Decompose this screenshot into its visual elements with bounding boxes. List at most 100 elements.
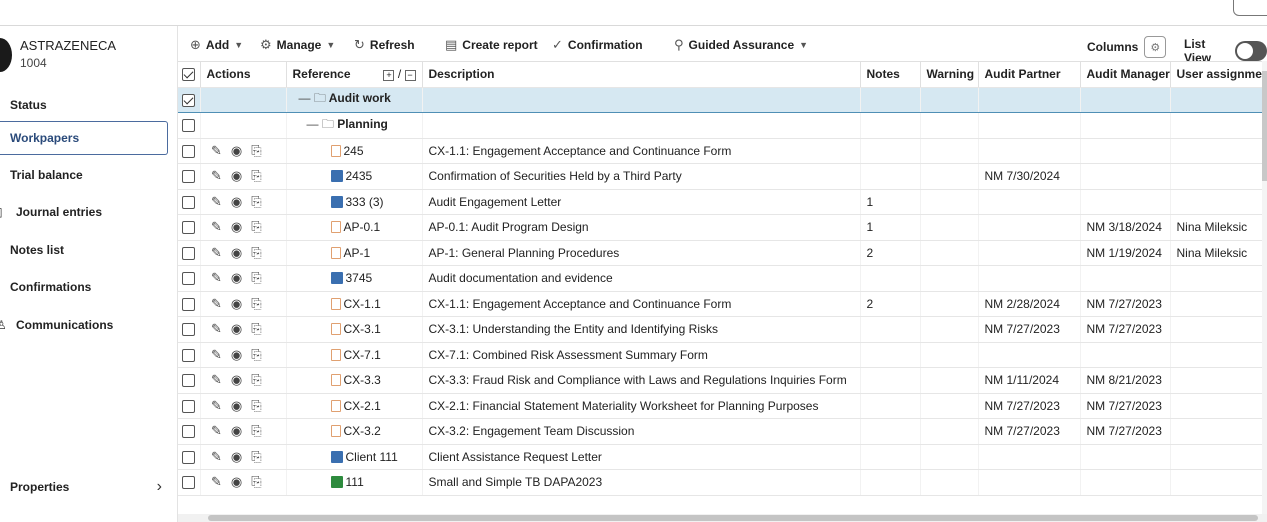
view-icon[interactable]: ◉ bbox=[227, 245, 247, 261]
edit-icon[interactable]: ✎ bbox=[207, 194, 227, 210]
horizontal-scrollbar[interactable] bbox=[178, 514, 1267, 522]
sidebar-item-workpapers[interactable]: Workpapers bbox=[0, 121, 168, 155]
reference-cell[interactable]: CX-3.3 bbox=[286, 367, 423, 394]
description-cell[interactable]: Small and Simple TB DAPA2023 bbox=[422, 469, 861, 496]
description-cell[interactable]: AP-1: General Planning Procedures bbox=[422, 240, 861, 266]
reference-cell[interactable]: CX-7.1 bbox=[286, 342, 423, 368]
notes-cell[interactable] bbox=[860, 265, 921, 292]
view-icon[interactable]: ◉ bbox=[227, 270, 247, 286]
row-checkbox[interactable] bbox=[182, 425, 196, 439]
audit-manager-cell[interactable] bbox=[1080, 138, 1171, 164]
user-assigned-cell[interactable] bbox=[1170, 418, 1263, 445]
refresh-button[interactable]: ↻ Refresh bbox=[354, 37, 415, 53]
notes-cell[interactable] bbox=[860, 393, 921, 419]
audit-manager-cell[interactable] bbox=[1080, 163, 1171, 190]
collapse-icon[interactable]: — bbox=[299, 91, 311, 105]
collapse-all-icon[interactable]: − bbox=[404, 69, 416, 81]
audit-partner-cell[interactable] bbox=[978, 469, 1081, 496]
export-icon[interactable]: ⎘ bbox=[247, 423, 267, 439]
audit-manager-cell[interactable] bbox=[1080, 444, 1171, 470]
expand-all-icon[interactable]: + bbox=[383, 69, 395, 81]
export-icon[interactable]: ⎘ bbox=[247, 296, 267, 312]
row-checkbox-cell[interactable] bbox=[178, 291, 201, 317]
audit-manager-cell[interactable]: NM 8/21/2023 bbox=[1080, 367, 1171, 394]
table-row[interactable]: ✎ ◉ ⎘ 111 Small and Simple TB DAPA2023 bbox=[178, 469, 1263, 496]
view-icon[interactable]: ◉ bbox=[227, 194, 247, 210]
notes-cell[interactable] bbox=[860, 469, 921, 496]
reference-cell[interactable]: 2435 bbox=[286, 163, 423, 190]
notes-cell[interactable] bbox=[860, 418, 921, 445]
sidebar-item-properties[interactable]: Properties › bbox=[0, 470, 168, 504]
export-icon[interactable]: ⎘ bbox=[247, 321, 267, 337]
folder-row-planning[interactable]: — 🗀 Planning bbox=[178, 112, 1263, 139]
row-checkbox-cell[interactable] bbox=[178, 240, 201, 266]
view-icon[interactable]: ◉ bbox=[227, 296, 247, 312]
reference-cell[interactable]: CX-2.1 bbox=[286, 393, 423, 419]
reference-value[interactable]: AP-1 bbox=[344, 246, 371, 260]
audit-partner-cell[interactable] bbox=[978, 214, 1081, 241]
user-assigned-cell[interactable] bbox=[1170, 393, 1263, 419]
edit-icon[interactable]: ✎ bbox=[207, 321, 227, 337]
col-audit-partner[interactable]: Audit Partner bbox=[978, 61, 1081, 88]
audit-manager-cell[interactable]: NM 7/27/2023 bbox=[1080, 418, 1171, 445]
description-cell[interactable]: Confirmation of Securities Held by a Thi… bbox=[422, 163, 861, 190]
toggle-switch[interactable] bbox=[1235, 41, 1267, 61]
row-checkbox-cell[interactable] bbox=[178, 444, 201, 470]
export-icon[interactable]: ⎘ bbox=[247, 245, 267, 261]
sidebar-item-confirmations[interactable]: Confirmations bbox=[0, 270, 168, 304]
description-cell[interactable]: CX-7.1: Combined Risk Assessment Summary… bbox=[422, 342, 861, 368]
edit-icon[interactable]: ✎ bbox=[207, 474, 227, 490]
audit-manager-cell[interactable] bbox=[1080, 342, 1171, 368]
audit-partner-cell[interactable]: NM 1/11/2024 bbox=[978, 367, 1081, 394]
export-icon[interactable]: ⎘ bbox=[247, 219, 267, 235]
edit-icon[interactable]: ✎ bbox=[207, 296, 227, 312]
export-icon[interactable]: ⎘ bbox=[247, 398, 267, 414]
row-checkbox[interactable] bbox=[182, 450, 196, 464]
notes-cell[interactable]: 1 bbox=[860, 189, 921, 215]
row-checkbox[interactable] bbox=[182, 323, 196, 337]
reference-value[interactable]: CX-3.3 bbox=[344, 373, 381, 387]
export-icon[interactable]: ⎘ bbox=[247, 372, 267, 388]
row-checkbox-cell[interactable] bbox=[178, 189, 201, 215]
description-cell[interactable]: CX-1.1: Engagement Acceptance and Contin… bbox=[422, 138, 861, 164]
row-checkbox[interactable] bbox=[182, 476, 196, 490]
view-icon[interactable]: ◉ bbox=[227, 423, 247, 439]
notes-cell[interactable] bbox=[860, 367, 921, 394]
sidebar-item-communications[interactable]: ♙ Communications bbox=[0, 308, 168, 342]
description-cell[interactable]: AP-0.1: Audit Program Design bbox=[422, 214, 861, 241]
description-cell[interactable]: CX-1.1: Engagement Acceptance and Contin… bbox=[422, 291, 861, 317]
notes-cell[interactable]: 2 bbox=[860, 240, 921, 266]
create-report-button[interactable]: ▤ Create report bbox=[445, 37, 538, 53]
select-all-cell[interactable] bbox=[178, 61, 201, 88]
description-cell[interactable]: Audit Engagement Letter bbox=[422, 189, 861, 215]
col-warning[interactable]: Warning bbox=[920, 61, 979, 88]
audit-manager-cell[interactable] bbox=[1080, 189, 1171, 215]
table-row[interactable]: ✎ ◉ ⎘ 245 CX-1.1: Engagement Acceptance and … bbox=[178, 138, 1263, 164]
notes-cell[interactable] bbox=[860, 444, 921, 470]
add-button[interactable]: ⊕ Add ▼ bbox=[190, 37, 243, 53]
horizontal-scroll-thumb[interactable] bbox=[208, 515, 1258, 521]
audit-partner-cell[interactable]: NM 7/30/2024 bbox=[978, 163, 1081, 190]
description-cell[interactable]: CX-3.2: Engagement Team Discussion bbox=[422, 418, 861, 445]
row-checkbox[interactable] bbox=[182, 221, 196, 235]
row-checkbox[interactable] bbox=[182, 119, 196, 133]
select-all-checkbox[interactable] bbox=[182, 68, 196, 82]
edit-icon[interactable]: ✎ bbox=[207, 449, 227, 465]
row-checkbox[interactable] bbox=[182, 348, 196, 362]
row-checkbox-cell[interactable] bbox=[178, 265, 201, 292]
reference-cell[interactable]: 3745 bbox=[286, 265, 423, 292]
row-checkbox[interactable] bbox=[182, 399, 196, 413]
user-assigned-cell[interactable] bbox=[1170, 367, 1263, 394]
reference-value[interactable]: CX-3.2 bbox=[344, 424, 381, 438]
user-assigned-cell[interactable] bbox=[1170, 342, 1263, 368]
row-checkbox-cell[interactable] bbox=[178, 367, 201, 394]
export-icon[interactable]: ⎘ bbox=[247, 194, 267, 210]
reference-value[interactable]: Client 111 bbox=[346, 450, 398, 464]
sidebar-item-notes-list[interactable]: Notes list bbox=[0, 233, 168, 267]
user-assigned-cell[interactable] bbox=[1170, 316, 1263, 343]
reference-cell[interactable]: CX-1.1 bbox=[286, 291, 423, 317]
user-assigned-cell[interactable]: Nina Mileksic bbox=[1170, 240, 1263, 266]
notes-cell[interactable]: 1 bbox=[860, 214, 921, 241]
user-assigned-cell[interactable]: Nina Mileksic bbox=[1170, 214, 1263, 241]
client-header[interactable]: ASTRAZENECA 1004 bbox=[0, 32, 170, 82]
